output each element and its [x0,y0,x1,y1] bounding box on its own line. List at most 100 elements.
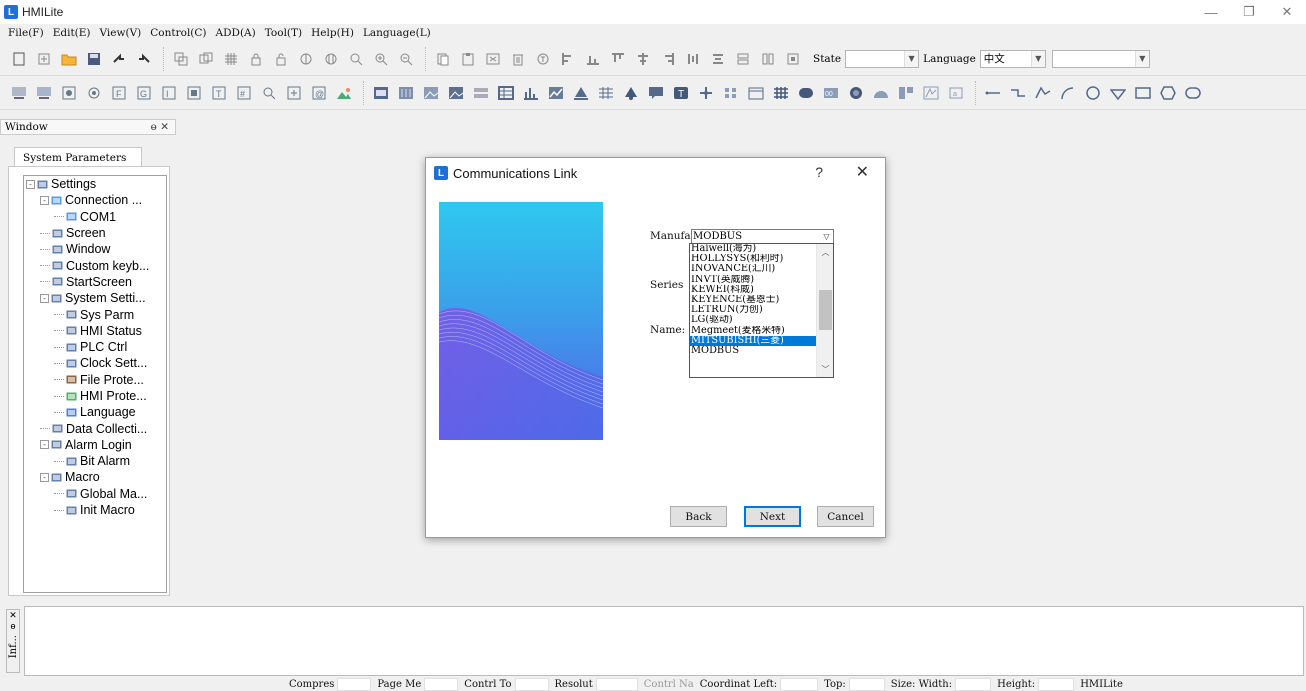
info-panel-tab[interactable]: ✕ ɵ Inf... [6,609,20,673]
numeric-input-icon[interactable]: # [235,84,253,102]
tree-item[interactable]: HMI Prote... [24,388,166,404]
zoom-in-icon[interactable] [372,50,390,68]
info-close-icon[interactable]: ✕ [9,610,17,621]
keypad-icon[interactable] [722,84,740,102]
diamond-tool-icon[interactable] [1109,84,1127,102]
unlock-icon[interactable] [272,50,290,68]
dropdown-option[interactable]: LG(驱动) [690,315,816,325]
polyline-tool-icon[interactable] [1009,84,1027,102]
cancel-button[interactable]: Cancel [817,506,874,527]
language-select[interactable]: 中文 ▼ [979,49,1046,68]
menu-add[interactable]: ADD(A) [216,27,256,39]
back-button[interactable]: Back [670,506,727,527]
gauge-icon[interactable] [847,84,865,102]
tree-item[interactable]: Bit Alarm [24,453,166,469]
menu-edit[interactable]: Edit(E) [53,27,91,39]
message-icon[interactable] [647,84,665,102]
redo-icon[interactable] [110,50,128,68]
text-object-icon[interactable]: T [672,84,690,102]
zoom-icon[interactable] [347,50,365,68]
rectangle-tool-icon[interactable] [1134,84,1152,102]
distribute-h-icon[interactable] [684,50,702,68]
save-icon[interactable] [85,50,103,68]
dropdown-option[interactable]: Megmeet(麦格米特) [690,326,816,336]
next-button[interactable]: Next [744,506,801,527]
history-table-icon[interactable] [597,84,615,102]
tree-toggle-icon[interactable]: - [40,440,49,450]
indicator-icon[interactable]: I [160,84,178,102]
alarm-display-icon[interactable] [572,84,590,102]
menu-view[interactable]: View(V) [100,27,142,39]
at-icon[interactable]: @ [310,84,328,102]
menu-tool[interactable]: Tool(T) [265,27,302,39]
tree-item[interactable]: - Connection ... [24,192,166,208]
text-input-icon[interactable]: T [210,84,228,102]
tree-item[interactable]: Global Ma... [24,486,166,502]
grid-icon[interactable] [222,50,240,68]
dialog-close-button[interactable]: ✕ [856,162,869,182]
panel-icon[interactable] [372,84,390,102]
tab-system-parameters[interactable]: System Parameters [14,147,142,167]
tree-item[interactable]: File Prote... [24,372,166,388]
info-pin-icon[interactable]: ɵ [10,621,15,631]
circle-tool-icon[interactable] [1084,84,1102,102]
tree-toggle-icon[interactable]: - [26,179,35,189]
tree-item[interactable]: StartScreen [24,274,166,290]
dropdown-option[interactable]: INVT(英威腾) [690,275,816,285]
maximize-button[interactable]: ❐ [1230,0,1268,24]
tree-item[interactable]: Clock Sett... [24,355,166,371]
counter-icon[interactable]: 00 [822,84,840,102]
copy-object-icon[interactable] [172,50,190,68]
tree-item[interactable]: COM1 [24,209,166,225]
zoom-out-icon[interactable] [397,50,415,68]
align-center-icon[interactable] [634,50,652,68]
align-right-icon[interactable] [659,50,677,68]
manufacturer-dropdown-list[interactable]: Haiwell(海为) HOLLYSYS(和利时) INOVANCE(汇川) INVT… [689,243,834,378]
record-icon[interactable] [797,84,815,102]
paste-object-icon[interactable] [197,50,215,68]
data-block-icon[interactable]: a [947,84,965,102]
bit-lamp-icon[interactable] [10,84,28,102]
manufacturer-select[interactable]: MODBUS ▽ [691,229,834,244]
tree-item[interactable]: PLC Ctrl [24,339,166,355]
dropdown-option[interactable]: Haiwell(海为) [690,244,816,254]
search-icon[interactable] [260,84,278,102]
tree-toggle-icon[interactable]: - [40,195,49,205]
history-alarm-icon[interactable] [622,84,640,102]
bar-chart-icon[interactable] [522,84,540,102]
tree-toggle-icon[interactable]: - [40,293,49,303]
scroll-down-icon[interactable]: ﹀ [817,361,834,377]
multi-state-icon[interactable] [185,84,203,102]
tree-item[interactable]: Data Collecti... [24,420,166,436]
state-select[interactable]: ▼ [845,49,920,68]
tree-item[interactable]: Custom keyb... [24,257,166,273]
picture-icon[interactable] [335,84,353,102]
image-icon[interactable] [422,84,440,102]
align-top-icon[interactable] [609,50,627,68]
extra-select[interactable]: ▼ [1051,49,1150,68]
table-icon[interactable] [497,84,515,102]
new-screen-icon[interactable] [35,50,53,68]
menu-language[interactable]: Language(L) [363,27,431,39]
panel-pin-close-icon[interactable]: ɵ ✕ [151,121,175,133]
scroll-up-icon[interactable]: ︿ [817,244,834,260]
distribute-v-icon[interactable] [709,50,727,68]
layer-front-icon[interactable] [297,50,315,68]
dropdown-option[interactable]: LETRUN(力创) [690,305,816,315]
meter-icon[interactable] [922,84,940,102]
tree-item[interactable]: Screen [24,225,166,241]
bit-switch-icon[interactable] [60,84,78,102]
tree-item[interactable]: Window [24,241,166,257]
open-folder-icon[interactable] [60,50,78,68]
function-key-icon[interactable]: F [110,84,128,102]
tree-item[interactable]: HMI Status [24,323,166,339]
help-button[interactable]: ? [815,164,823,180]
tree-item[interactable]: Init Macro [24,502,166,518]
tree-item[interactable]: - Macro [24,469,166,485]
menu-file[interactable]: File(F) [8,27,44,39]
tree-item[interactable]: - Alarm Login [24,437,166,453]
arc-tool-icon[interactable] [1059,84,1077,102]
dashboard-icon[interactable] [397,84,415,102]
settings-tree[interactable]: - Settings - Connection ... COM1 Screen Window… [23,175,167,593]
tree-item[interactable]: Language [24,404,166,420]
